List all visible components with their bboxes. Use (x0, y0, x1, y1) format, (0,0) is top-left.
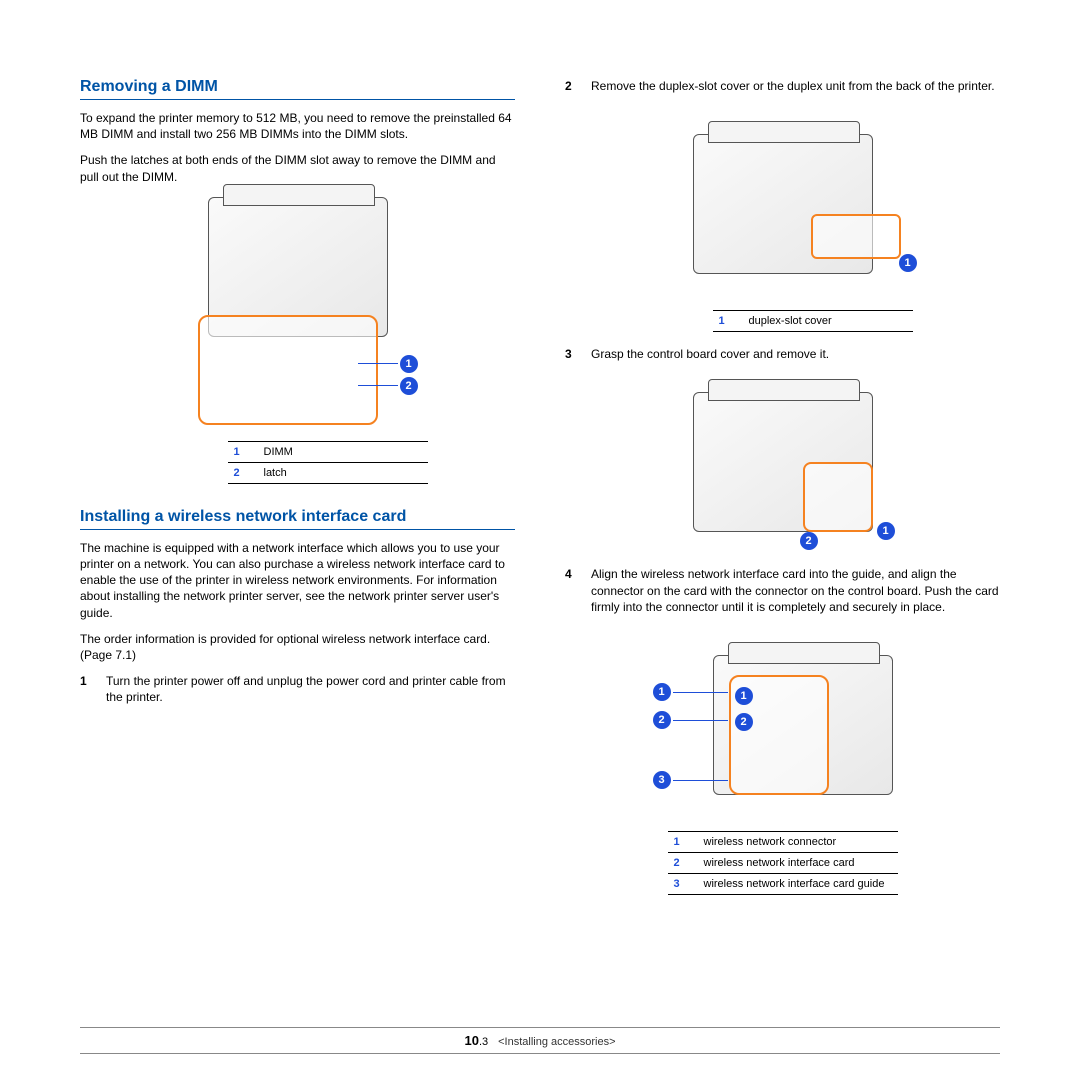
callout-badge: 2 (800, 532, 818, 550)
step-item: 4 Align the wireless network interface c… (565, 566, 1000, 615)
legend-table: 1 wireless network connector 2 wireless … (668, 831, 898, 895)
callout-badge: 2 (400, 377, 418, 395)
callout-badge: 1 (877, 522, 895, 540)
legend-row: 1 wireless network connector (668, 832, 898, 853)
callout-badge: 1 (899, 254, 917, 272)
figure-wireless-card: 1 2 3 1 2 1 wireless network connector 2… (565, 625, 1000, 895)
legend-table: 1 duplex-slot cover (713, 310, 913, 332)
page-footer: 10.3 <Installing accessories> (80, 1027, 1000, 1054)
right-column: 2 Remove the duplex-slot cover or the du… (565, 78, 1000, 909)
callout-badge: 1 (735, 687, 753, 705)
step-item: 1 Turn the printer power off and unplug … (80, 673, 515, 705)
heading-installing-card: Installing a wireless network interface … (80, 508, 515, 530)
legend-row: 3 wireless network interface card guide (668, 874, 898, 895)
callout-badge: 2 (653, 711, 671, 729)
legend-row: 2 latch (228, 463, 428, 484)
step-item: 3 Grasp the control board cover and remo… (565, 346, 1000, 362)
paragraph: The order information is provided for op… (80, 631, 515, 663)
legend-row: 1 DIMM (228, 442, 428, 463)
legend-row: 2 wireless network interface card (668, 853, 898, 874)
left-column: Removing a DIMM To expand the printer me… (80, 78, 515, 909)
figure-control-board: 1 2 (565, 372, 1000, 552)
step-item: 2 Remove the duplex-slot cover or the du… (565, 78, 1000, 94)
callout-badge: 3 (653, 771, 671, 789)
callout-badge: 2 (735, 713, 753, 731)
figure-dimm: 1 2 1 DIMM 2 latch (80, 195, 515, 484)
paragraph: To expand the printer memory to 512 MB, … (80, 110, 515, 142)
legend-table: 1 DIMM 2 latch (228, 441, 428, 484)
legend-row: 1 duplex-slot cover (713, 311, 913, 332)
heading-removing-dimm: Removing a DIMM (80, 78, 515, 100)
callout-badge: 1 (400, 355, 418, 373)
callout-badge: 1 (653, 683, 671, 701)
paragraph: The machine is equipped with a network i… (80, 540, 515, 621)
paragraph: Push the latches at both ends of the DIM… (80, 152, 515, 184)
figure-duplex-cover: 1 1 duplex-slot cover (565, 104, 1000, 332)
